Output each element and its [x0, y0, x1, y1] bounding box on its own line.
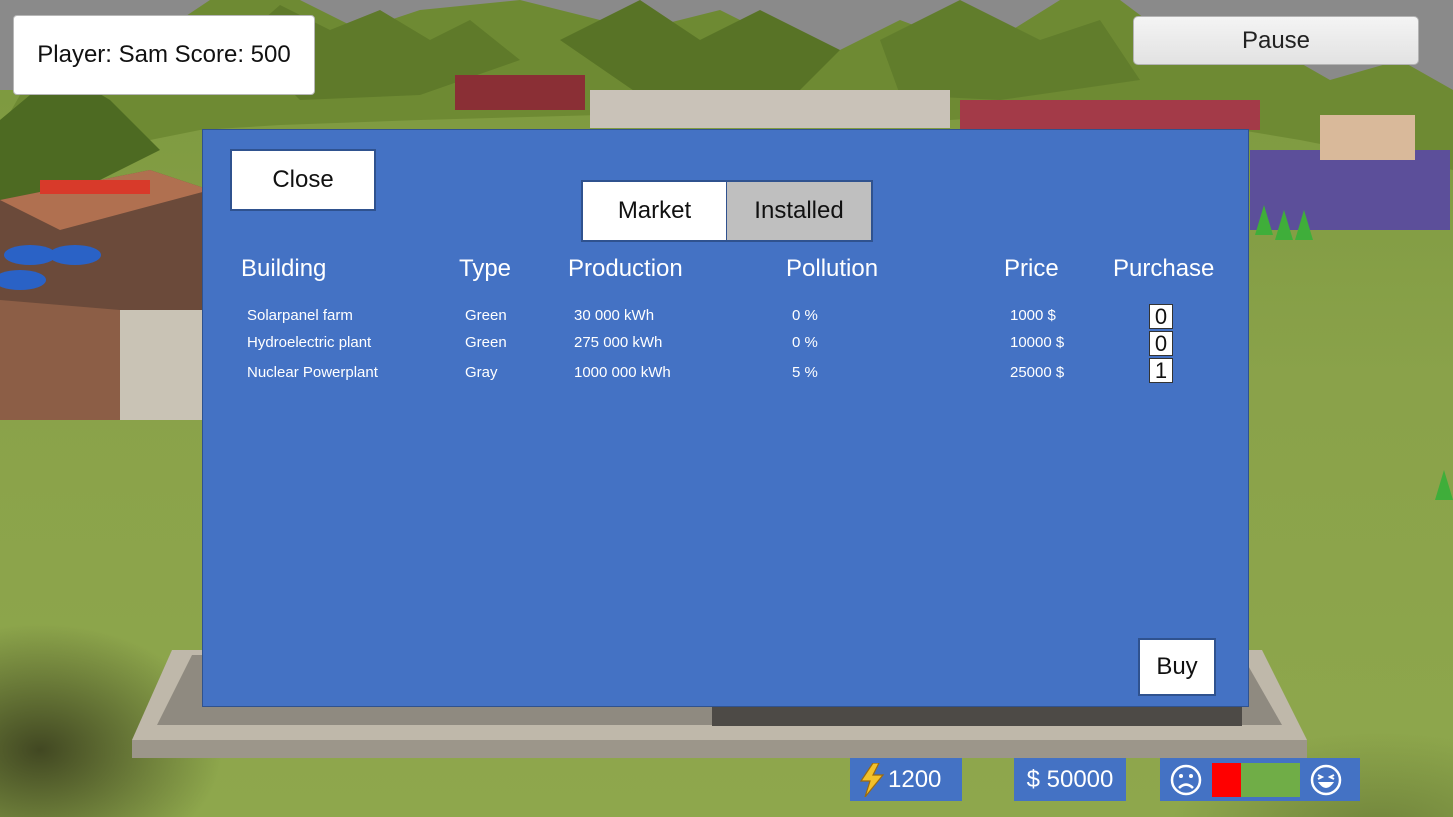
tab-installed[interactable]: Installed: [727, 182, 871, 240]
column-header-production: Production: [568, 255, 683, 282]
tree: [1275, 210, 1293, 240]
cell-price: 25000 $: [1010, 364, 1065, 381]
cell-production: 275 000 kWh: [574, 334, 663, 351]
money-indicator: $ 50000: [1014, 758, 1126, 801]
cell-building: Nuclear Powerplant: [247, 364, 378, 381]
tree: [1255, 205, 1273, 235]
cell-production: 1000 000 kWh: [574, 364, 671, 381]
cell-pollution: 0 %: [792, 307, 818, 324]
town-buildings-right: [960, 100, 1260, 130]
market-tabs: Market Installed: [581, 180, 873, 242]
cell-price: 1000 $: [1010, 307, 1056, 324]
cell-type: Green: [465, 307, 507, 324]
town-buildings-left: [455, 75, 585, 110]
purchase-quantity-input[interactable]: 1: [1149, 358, 1173, 383]
column-header-purchase: Purchase: [1113, 255, 1215, 282]
cell-type: Gray: [465, 364, 498, 381]
tree: [1295, 210, 1313, 240]
energy-indicator: 1200: [850, 758, 962, 801]
column-header-building: Building: [241, 255, 327, 282]
table-row: Hydroelectric plant Green 275 000 kWh 0 …: [203, 331, 1250, 358]
pause-button[interactable]: Pause: [1133, 16, 1419, 65]
buy-button[interactable]: Buy: [1138, 638, 1216, 696]
industrial-area: [0, 170, 210, 420]
energy-value: 1200: [888, 765, 942, 793]
happiness-indicator: [1160, 758, 1360, 801]
cell-pollution: 5 %: [792, 364, 818, 381]
laughing-face-icon: [1310, 764, 1342, 795]
tab-market[interactable]: Market: [583, 182, 727, 240]
cell-pollution: 0 %: [792, 334, 818, 351]
sad-face-icon: [1170, 764, 1202, 795]
happiness-bar-negative: [1212, 762, 1242, 797]
column-header-price: Price: [1004, 255, 1059, 282]
cell-building: Hydroelectric plant: [247, 334, 372, 351]
column-header-type: Type: [459, 255, 512, 282]
player-score-box: Player: Sam Score: 500: [13, 15, 315, 95]
market-panel: Close Market Installed Building Type Pro…: [202, 129, 1249, 707]
happiness-bar: [1212, 762, 1300, 797]
town-buildings-center: [590, 90, 950, 128]
close-button[interactable]: Close: [230, 149, 376, 211]
cell-type: Green: [465, 334, 507, 351]
money-value: $ 50000: [1026, 765, 1114, 793]
cell-production: 30 000 kWh: [574, 307, 655, 324]
table-row: Nuclear Powerplant Gray 1000 000 kWh 5 %…: [203, 358, 1250, 385]
lightning-bolt-icon: [859, 762, 885, 797]
tree: [1435, 470, 1453, 500]
cell-price: 10000 $: [1010, 334, 1065, 351]
column-header-pollution: Pollution: [786, 255, 879, 282]
purchase-quantity-input[interactable]: 0: [1149, 304, 1173, 329]
cell-building: Solarpanel farm: [247, 307, 353, 324]
purchase-quantity-input[interactable]: 0: [1149, 331, 1173, 356]
factory-complex: [1320, 115, 1415, 160]
table-row: Solarpanel farm Green 30 000 kWh 0 % 100…: [203, 304, 1250, 331]
